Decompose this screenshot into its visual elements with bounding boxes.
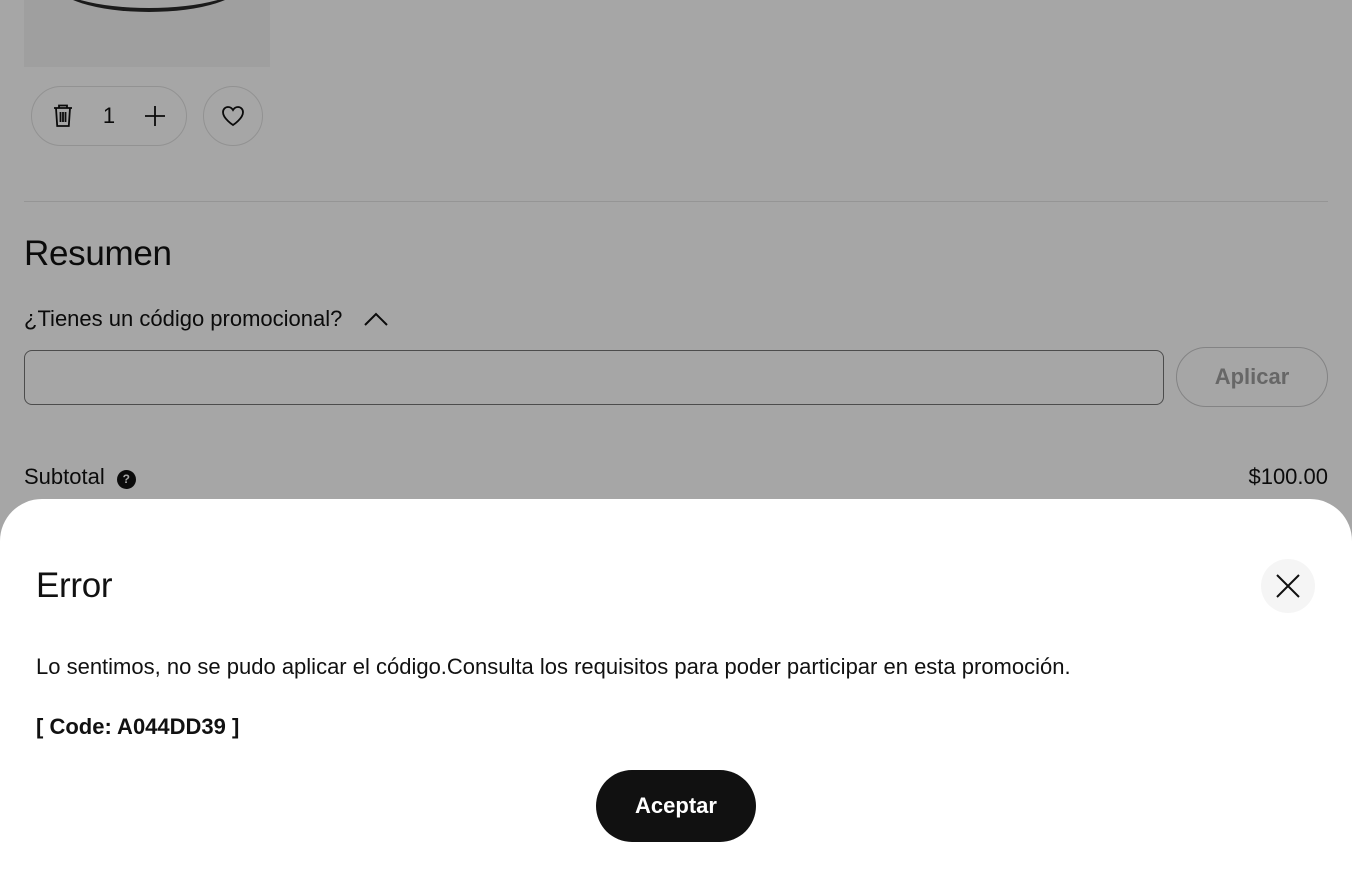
dialog-title: Error — [36, 566, 113, 605]
close-button[interactable] — [1261, 559, 1315, 613]
cart-page: 1 Resumen ¿Tienes un código promocional?… — [0, 0, 1352, 890]
error-code: [ Code: A044DD39 ] — [36, 714, 240, 739]
close-icon — [1276, 574, 1300, 598]
accept-button[interactable]: Aceptar — [596, 770, 756, 842]
dialog-message: Lo sentimos, no se pudo aplicar el códig… — [36, 654, 1071, 679]
